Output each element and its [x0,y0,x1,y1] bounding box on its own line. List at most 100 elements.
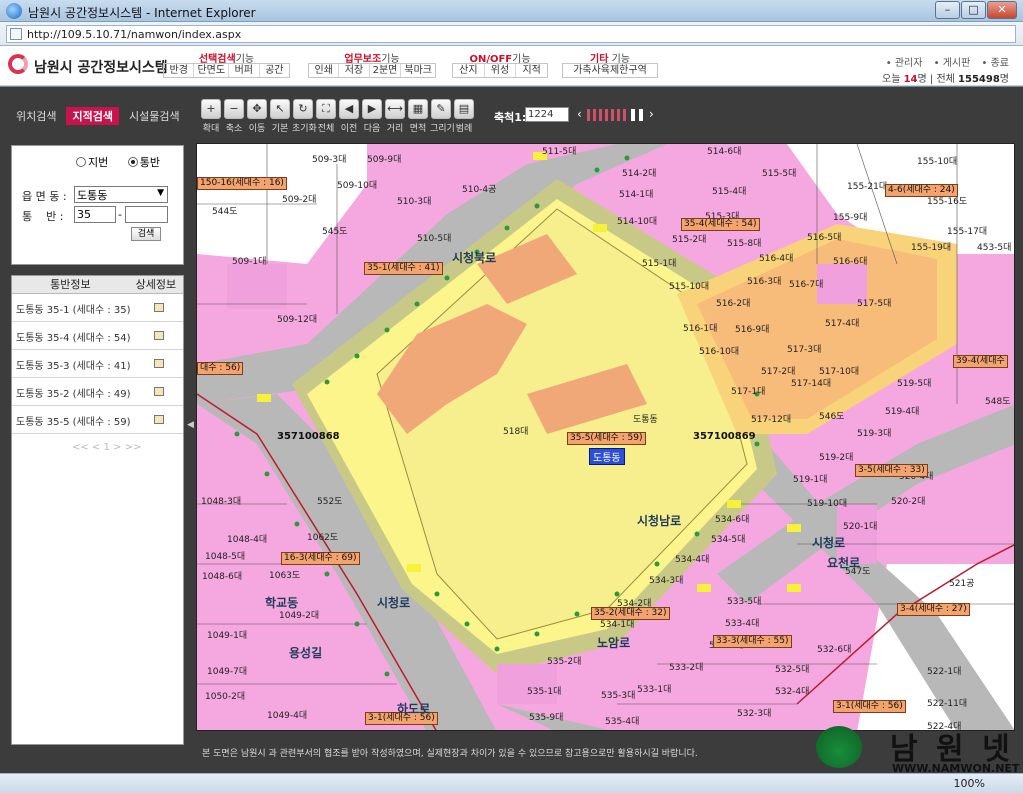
zoom-level-2[interactable] [593,109,596,121]
household-label[interactable]: 4-6(세대수 : 24) [885,184,958,197]
result-row[interactable]: 도통동 35-2 (세대수 : 49) [12,378,183,406]
household-label[interactable]: 35-4(세대수 : 54) [681,218,760,231]
tool-2[interactable]: ✥ 이동 [246,99,268,134]
url-field[interactable]: http://109.5.10.71/namwon/index.aspx [6,25,1016,43]
admin-link[interactable]: • 관리자 [886,58,923,69]
menu-save[interactable]: 저장 [339,64,370,77]
tool-3[interactable]: ↖ 기본 [269,99,291,134]
household-label[interactable]: 150-16(세대수 : 16) [197,177,287,190]
zoom-level-3[interactable] [599,109,602,121]
close-button[interactable]: ✕ [987,1,1017,19]
tool-icon[interactable]: ◀ [339,99,359,119]
search-button[interactable]: 검색 [131,227,161,241]
household-label[interactable]: 33-3(세대수 : 55) [713,635,792,648]
tab-cadastral-search[interactable]: 지적검색 [66,107,119,125]
radio-jibun-circle[interactable] [76,157,86,167]
tool-8[interactable]: ⟷ 거리 [384,99,406,134]
detail-info-icon[interactable] [154,387,164,396]
result-name[interactable]: 도통동 35-5 (세대수 : 59) [16,413,131,428]
household-label[interactable]: 대수 : 56) [197,362,244,375]
menu-spatial[interactable]: 공간 [260,64,289,77]
menu-buffer[interactable]: 버퍼 [229,64,260,77]
result-row[interactable]: 도통동 35-4 (세대수 : 54) [12,322,183,350]
tool-icon[interactable]: + [201,99,221,119]
household-label[interactable]: 16-3(세대수 : 69) [281,552,360,565]
tool-icon[interactable]: − [224,99,244,119]
result-name[interactable]: 도통동 35-1 (세대수 : 35) [16,301,131,316]
tool-6[interactable]: ◀ 이전 [338,99,360,134]
result-row[interactable]: 도통동 35-5 (세대수 : 59) [12,406,183,434]
household-label[interactable]: 39-4(세대수 [953,355,1008,368]
tool-9[interactable]: ▦ 면적 [407,99,429,134]
result-name[interactable]: 도통동 35-3 (세대수 : 41) [16,357,131,372]
household-label[interactable]: 35-1(세대수 : 41) [364,262,443,275]
tool-icon[interactable]: ↖ [270,99,290,119]
tool-icon[interactable]: ⛶ [316,99,336,119]
ban-input-main[interactable] [74,206,116,223]
tool-icon[interactable]: ✎ [431,99,451,119]
tool-5[interactable]: ⛶ 전체 [315,99,337,134]
menu-print[interactable]: 인쇄 [309,64,340,77]
board-link[interactable]: • 게시판 [934,58,971,69]
tool-icon[interactable]: ▶ [362,99,382,119]
detail-info-icon[interactable] [154,331,164,340]
result-name[interactable]: 도통동 35-2 (세대수 : 49) [16,385,131,400]
tool-icon[interactable]: ▤ [454,99,474,119]
menu-satellite[interactable]: 위성 [485,64,517,77]
parcel-label: 155-19대 [911,243,952,253]
detail-info-icon[interactable] [154,415,164,424]
menu-section[interactable]: 단면도 [194,64,230,77]
household-label[interactable]: 35-5(세대수 : 59) [567,432,646,445]
zoom-level-indicator[interactable]: 100% [954,777,985,790]
zoom-slider[interactable]: ‹ › [577,107,657,123]
tab-location-search[interactable]: 위치검색 [10,107,62,125]
menu-livestock-restriction[interactable]: 가축사육제한구역 [563,64,657,77]
tool-4[interactable]: ↻ 초기화 [292,99,317,134]
result-row[interactable]: 도통동 35-1 (세대수 : 35) [12,294,183,322]
tool-7[interactable]: ▶ 다음 [361,99,383,134]
zoom-in-arrow-icon[interactable]: › [649,107,654,121]
exit-link[interactable]: • 종료 [982,58,1009,69]
result-row[interactable]: 도통동 35-3 (세대수 : 41) [12,350,183,378]
menu-bookmark[interactable]: 북마크 [401,64,435,77]
menu-mountain[interactable]: 산지 [453,64,485,77]
tool-icon[interactable]: ▦ [408,99,428,119]
tab-facility-search[interactable]: 시설물검색 [123,107,186,125]
tool-icon[interactable]: ✥ [247,99,267,119]
zoom-level-max[interactable] [639,109,643,121]
zoom-out-arrow-icon[interactable]: ‹ [577,107,582,121]
radio-tongban[interactable]: 통반 [127,156,168,169]
zoom-level-6[interactable] [617,109,620,121]
tool-10[interactable]: ✎ 그리기 [430,99,455,134]
household-label[interactable]: 35-2(세대수 : 32) [591,607,670,620]
radio-tongban-circle[interactable] [127,157,138,167]
result-name[interactable]: 도통동 35-4 (세대수 : 54) [16,329,131,344]
dong-select[interactable]: 도통동 ▼ [74,186,168,203]
household-label[interactable]: 3-1(세대수 : 56) [833,700,906,713]
tool-icon[interactable]: ⟷ [385,99,405,119]
tool-11[interactable]: ▤ 범례 [453,99,475,134]
zoom-level-1[interactable] [587,109,590,121]
detail-info-icon[interactable] [154,359,164,368]
scale-input[interactable]: 1224 [525,107,569,122]
map-canvas[interactable]: 509-3대 509-9대 509-10대 509-2대 510-3대 510-4공 510… [196,143,1015,731]
menu-radius[interactable]: 반경 [164,64,195,77]
zoom-level-7[interactable] [623,109,626,121]
menu-cadastral[interactable]: 지적 [516,64,547,77]
detail-info-icon[interactable] [154,303,164,312]
minimize-button[interactable]: – [935,1,960,19]
tool-icon[interactable]: ↻ [293,99,313,119]
household-label[interactable]: 3-4(세대수 : 27) [897,603,970,616]
zoom-level-4[interactable] [605,109,608,121]
tool-1[interactable]: − 축소 [223,99,245,134]
zoom-level-current[interactable] [631,109,635,121]
household-label[interactable]: 3-5(세대수 : 33) [855,464,928,477]
pager[interactable]: << < 1 > >> [72,442,141,453]
tool-0[interactable]: + 확대 [200,99,222,134]
panel-collapse-icon[interactable]: ◀ [187,420,194,434]
radio-jibun[interactable]: 지번 [76,156,116,169]
maximize-button[interactable]: □ [961,1,986,19]
zoom-level-5[interactable] [611,109,614,121]
menu-split-view[interactable]: 2분면 [370,64,402,77]
ban-input-sub[interactable] [125,206,168,223]
